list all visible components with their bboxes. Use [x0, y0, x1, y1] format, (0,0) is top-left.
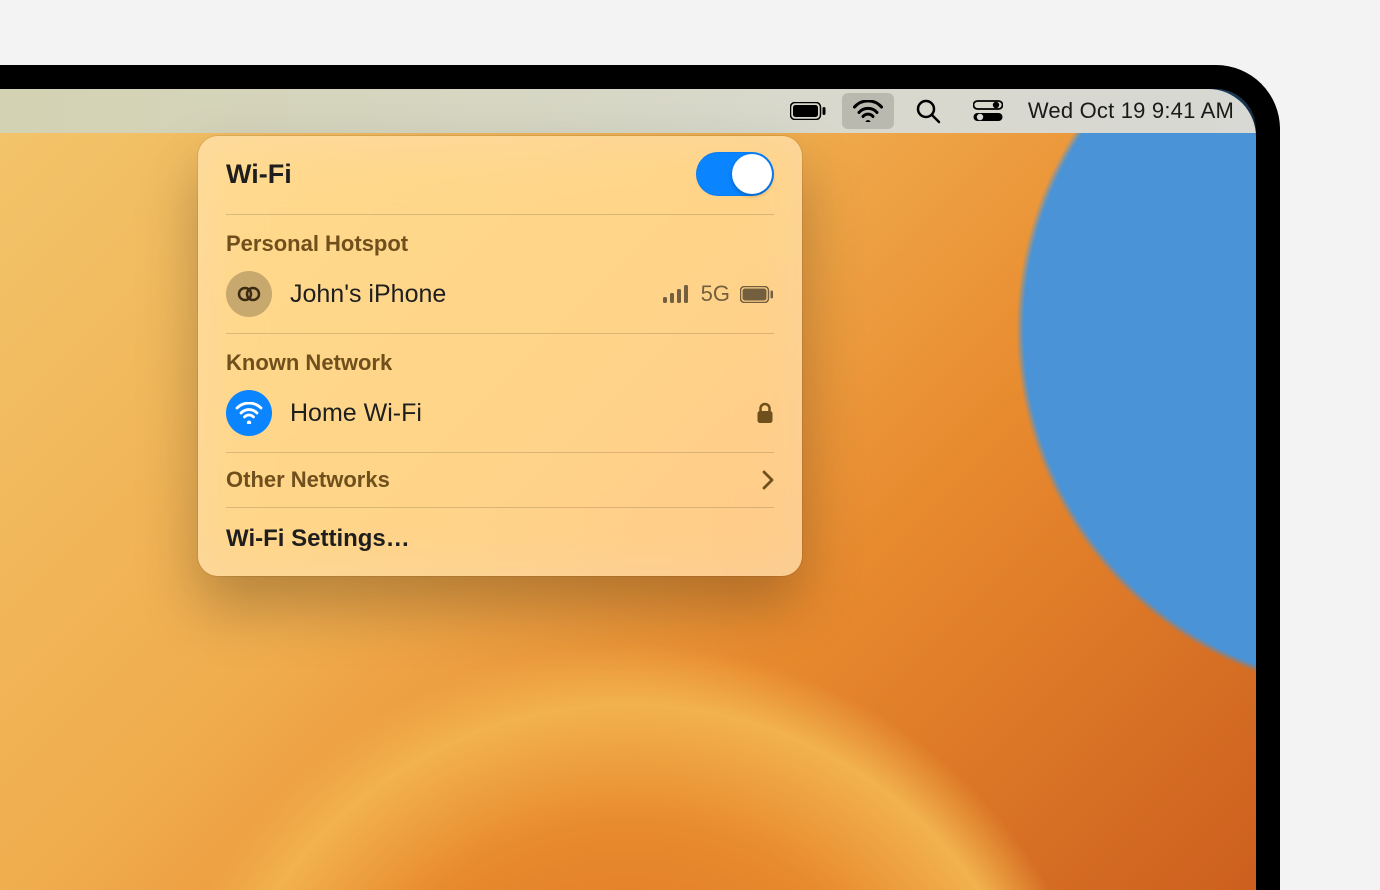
menubar-wifi-icon[interactable] — [842, 93, 894, 129]
chevron-right-icon — [762, 470, 774, 490]
known-network-name: Home Wi-Fi — [290, 399, 422, 428]
section-hotspot-label: Personal Hotspot — [226, 215, 774, 263]
known-network-row[interactable]: Home Wi-Fi — [226, 382, 774, 453]
wifi-network-icon — [226, 390, 272, 436]
menubar-clock[interactable]: Wed Oct 19 9:41 AM — [1022, 98, 1240, 124]
wifi-title: Wi-Fi — [226, 159, 292, 190]
battery-icon — [740, 286, 774, 303]
other-networks-row[interactable]: Other Networks — [226, 453, 774, 508]
menubar-control-center-icon[interactable] — [962, 93, 1014, 129]
menubar-search-icon[interactable] — [902, 93, 954, 129]
menubar: Wed Oct 19 9:41 AM — [0, 89, 1256, 133]
hotspot-icon — [226, 271, 272, 317]
wifi-popover: Wi-Fi Personal Hotspot John's iPhone — [198, 136, 802, 576]
hotspot-status: 5G — [663, 281, 774, 307]
desktop: Wed Oct 19 9:41 AM Wi-Fi Personal Hotspo… — [0, 89, 1256, 890]
lock-icon — [756, 402, 774, 424]
device-bezel: Wed Oct 19 9:41 AM Wi-Fi Personal Hotspo… — [0, 65, 1280, 890]
hotspot-name: John's iPhone — [290, 280, 446, 309]
network-badge: 5G — [701, 281, 730, 307]
signal-bars-icon — [663, 284, 691, 304]
other-networks-label: Other Networks — [226, 467, 390, 493]
section-known-label: Known Network — [226, 334, 774, 382]
wifi-settings-label: Wi-Fi Settings… — [226, 525, 410, 553]
wifi-header: Wi-Fi — [226, 152, 774, 215]
toggle-knob — [732, 154, 772, 194]
wifi-settings-row[interactable]: Wi-Fi Settings… — [226, 508, 774, 562]
hotspot-row[interactable]: John's iPhone 5G — [226, 263, 774, 334]
wifi-toggle[interactable] — [696, 152, 774, 196]
menubar-battery-icon[interactable] — [782, 93, 834, 129]
